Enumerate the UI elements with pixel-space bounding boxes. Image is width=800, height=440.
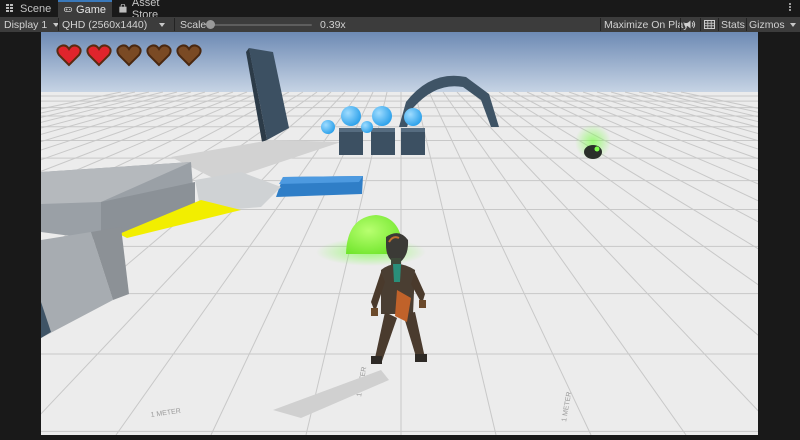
game-scene: 1 METER 1 METER 1 METER — [41, 32, 758, 435]
orb-cubes — [339, 128, 425, 155]
shopping-bag-icon — [119, 4, 127, 13]
toolbar-divider — [174, 18, 175, 31]
chevron-down-icon — [159, 22, 166, 27]
letterbox-right — [758, 32, 800, 440]
display-dropdown-value: Display 1 — [4, 18, 48, 31]
game-viewport[interactable]: 1 METER 1 METER 1 METER — [41, 32, 758, 435]
resolution-dropdown-value: QHD (2560x1440) — [62, 18, 148, 31]
scale-label: Scale — [180, 18, 207, 31]
gamepad-icon — [64, 7, 73, 12]
toolbar-divider — [718, 18, 719, 31]
resolution-dropdown[interactable]: QHD (2560x1440) — [62, 17, 166, 32]
orb — [361, 121, 373, 133]
tab-scene[interactable]: Scene — [0, 0, 58, 17]
stats-toggle[interactable]: Stats — [721, 17, 745, 32]
stats-grid-toggle[interactable] — [704, 17, 715, 32]
orb — [372, 106, 392, 126]
enemy-eye — [594, 146, 600, 152]
letterbox-left — [0, 32, 41, 440]
tab-asset-store[interactable]: Asset Store — [112, 0, 194, 21]
orb — [341, 106, 361, 126]
scale-slider-track[interactable] — [212, 24, 312, 26]
game-toolbar: Display 1 QHD (2560x1440) Scale 0.39x Ma… — [0, 17, 800, 33]
enemy-creature — [584, 145, 602, 159]
toolbar-divider — [700, 18, 701, 31]
toolbar-divider — [600, 18, 601, 31]
mute-audio-toggle[interactable] — [685, 17, 696, 32]
tab-bar: Scene Game Asset Store — [0, 0, 800, 21]
tab-game[interactable]: Game — [58, 0, 112, 17]
tab-game-label: Game — [76, 3, 106, 16]
maximize-on-play-toggle[interactable]: Maximize On Play — [604, 17, 689, 32]
scale-value: 0.39x — [320, 18, 346, 31]
toolbar-divider — [746, 18, 747, 31]
scene-grid-icon — [6, 4, 13, 12]
scale-slider-thumb[interactable] — [206, 20, 215, 29]
stats-grid-icon — [704, 20, 715, 29]
toolbar-divider — [58, 18, 59, 31]
display-dropdown[interactable]: Display 1 — [4, 17, 60, 32]
sky — [41, 32, 758, 94]
orb — [404, 108, 422, 126]
orb — [321, 120, 335, 134]
speaker-icon — [685, 20, 696, 29]
tab-scene-label: Scene — [20, 2, 52, 15]
chevron-down-icon — [789, 22, 796, 27]
gizmos-label: Gizmos — [749, 18, 785, 31]
gizmos-dropdown[interactable]: Gizmos — [749, 17, 796, 32]
more-options-icon[interactable] — [788, 2, 792, 14]
toolbar-divider — [680, 18, 681, 31]
